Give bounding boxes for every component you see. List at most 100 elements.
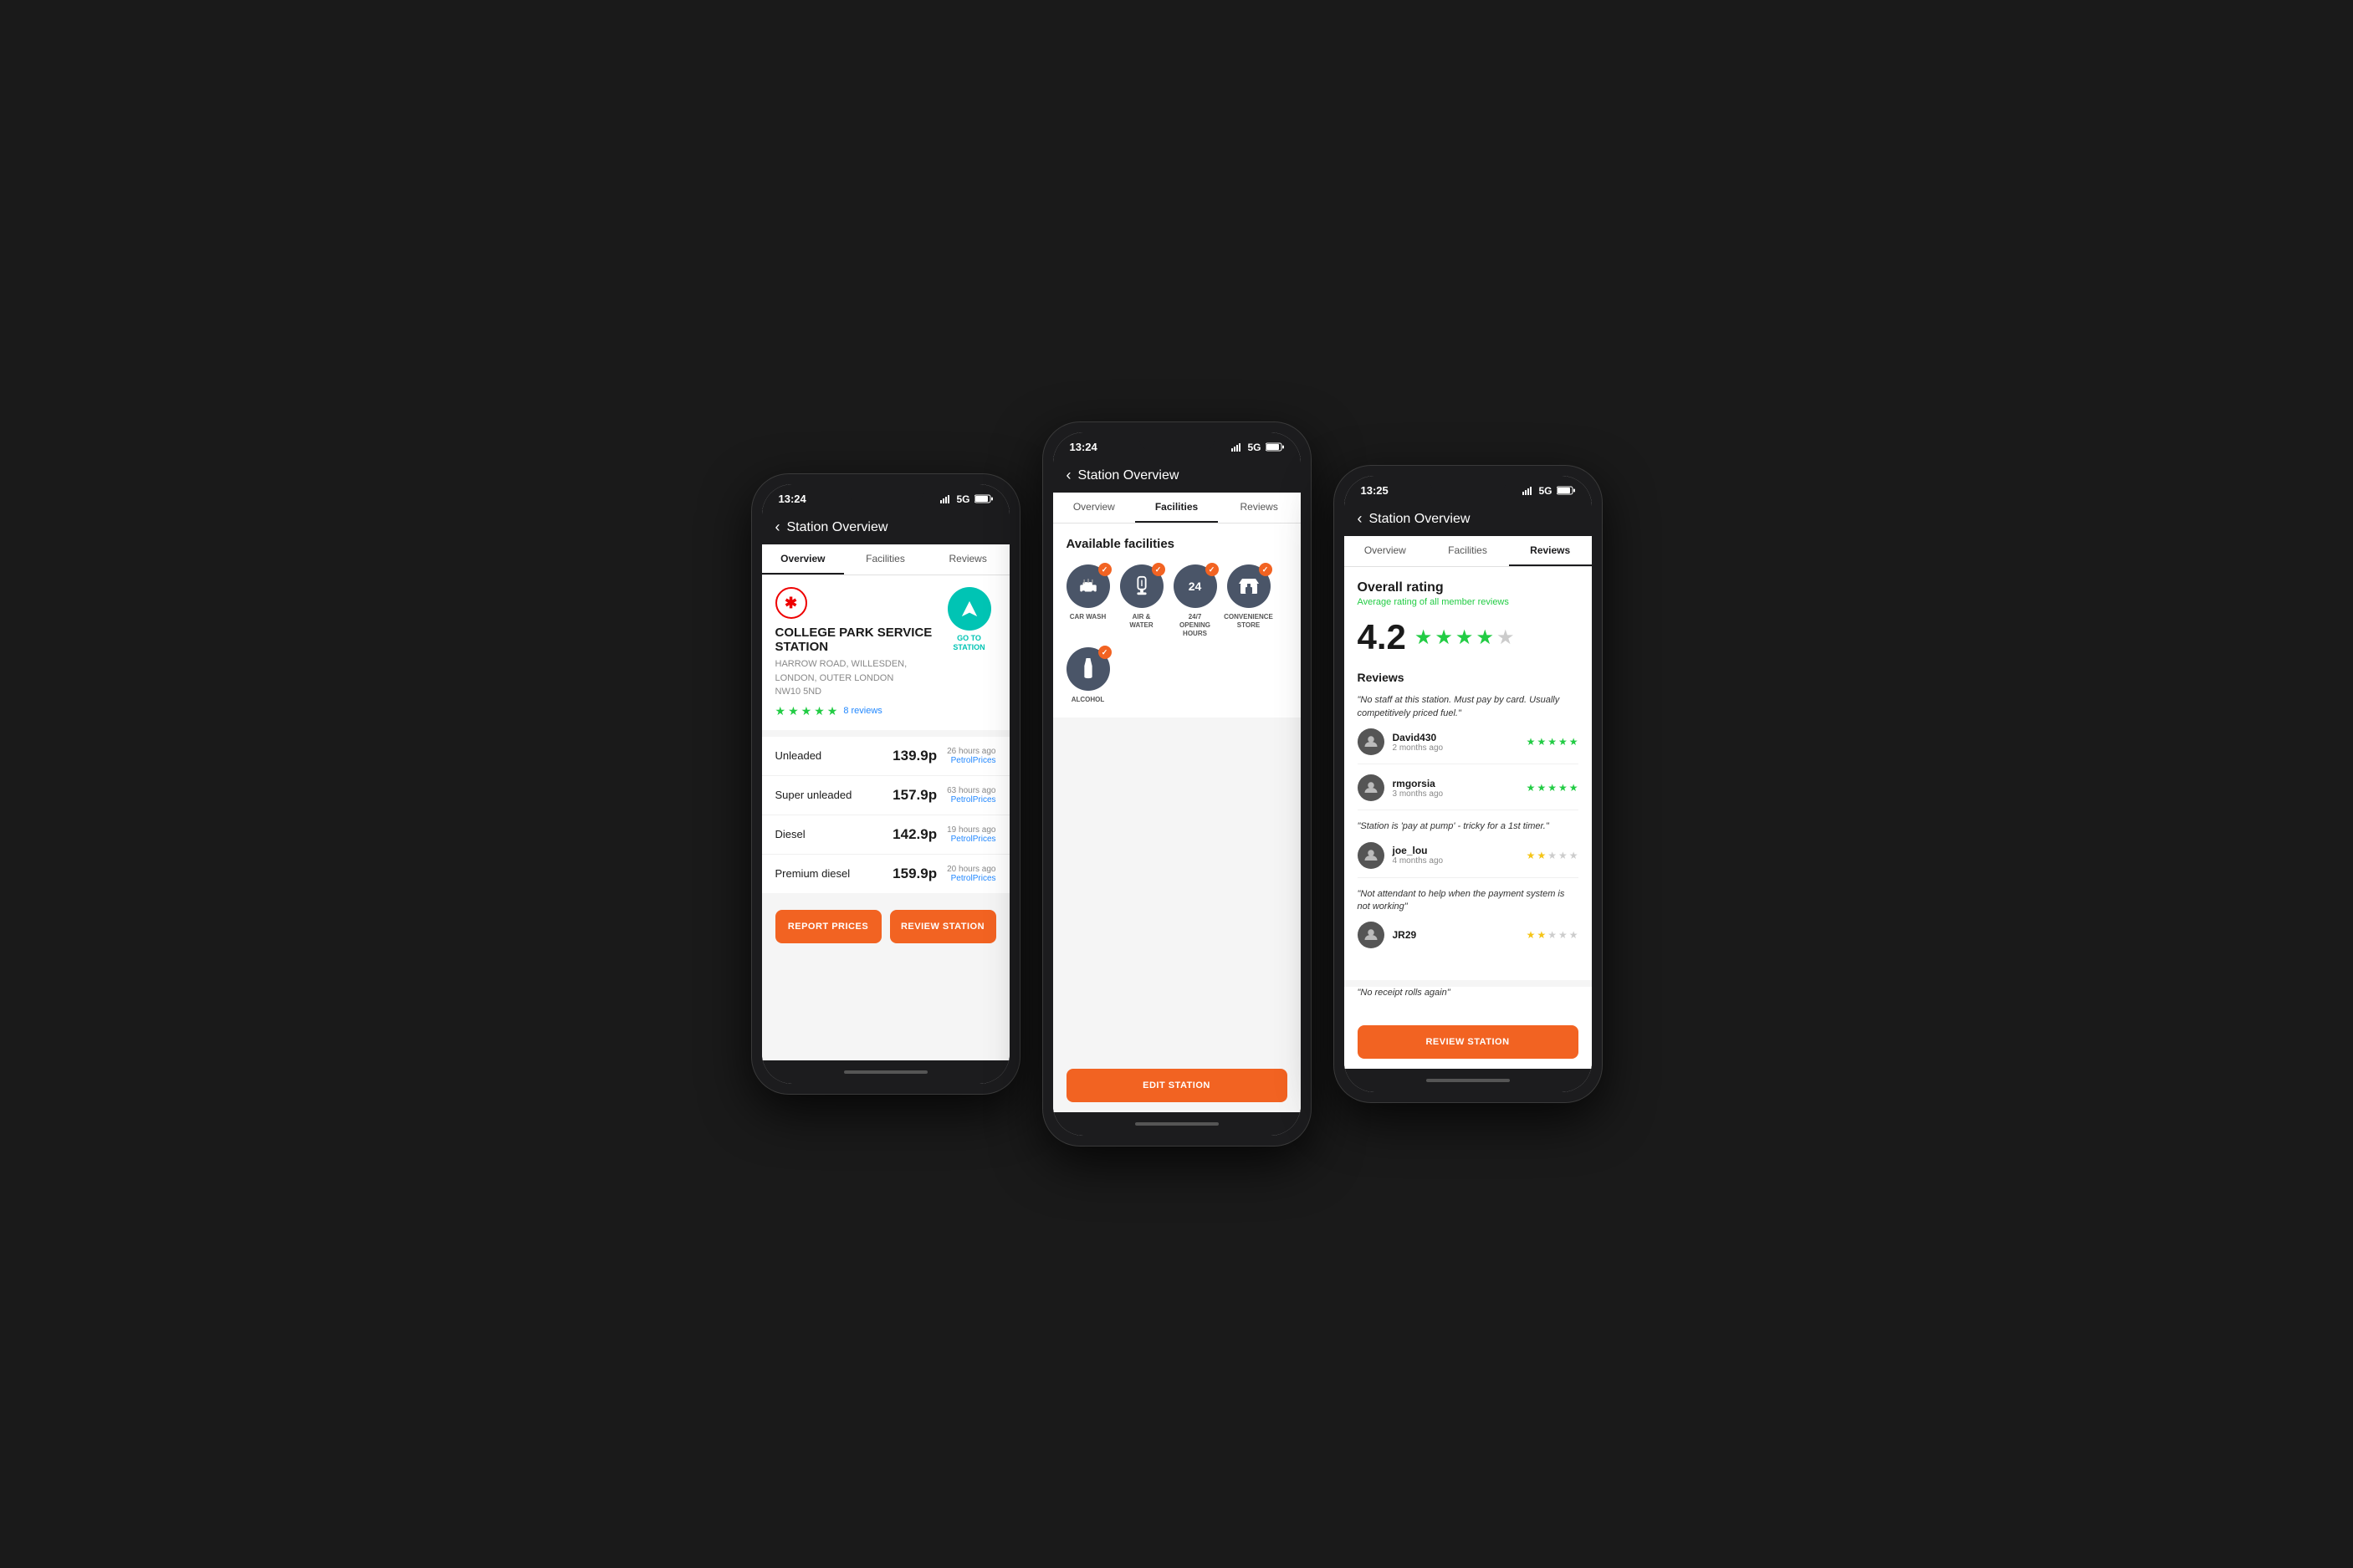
alcohol-label: ALCOHOL: [1072, 696, 1105, 704]
tab-facilities-2[interactable]: Facilities: [1135, 493, 1218, 523]
reviewer-time-2: 3 months ago: [1393, 789, 1518, 799]
rating-number: 4.2: [1358, 617, 1406, 657]
reviewer-time-1: 2 months ago: [1393, 743, 1518, 753]
home-indicator-3: [1344, 1069, 1592, 1092]
overall-title: Overall rating: [1358, 580, 1578, 595]
fuel-list: Unleaded 139.9p 26 hours ago PetrolPrice…: [762, 737, 1010, 893]
notch-2: [1139, 432, 1215, 451]
reviewer-stars-2: ★ ★ ★ ★ ★: [1527, 782, 1578, 794]
battery-icon-1: [974, 494, 993, 503]
notch-1: [848, 484, 923, 503]
reviewer-stars-1: ★ ★ ★ ★ ★: [1527, 736, 1578, 748]
fuel-row-super: Super unleaded 157.9p 63 hours ago Petro…: [762, 776, 1010, 815]
time-1: 13:24: [779, 493, 806, 505]
navigation-icon: [960, 600, 979, 618]
battery-icon-2: [1266, 442, 1284, 452]
fuel-row-premium: Premium diesel 159.9p 20 hours ago Petro…: [762, 855, 1010, 893]
review-quote-1: "No staff at this station. Must pay by c…: [1358, 694, 1578, 720]
facility-air-water: ✓ AIR & WATER: [1120, 564, 1164, 637]
reviewer-name-1: David430: [1393, 732, 1518, 743]
time-2: 13:24: [1070, 441, 1097, 453]
header-title-3: Station Overview: [1369, 512, 1471, 527]
avatar-2: [1358, 774, 1384, 801]
reviewer-name-4: JR29: [1393, 929, 1518, 941]
network-1: 5G: [956, 493, 969, 505]
tabs-2: Overview Facilities Reviews: [1053, 493, 1301, 524]
report-prices-button[interactable]: REPORT PRICES: [775, 910, 882, 943]
review-quote-3: "Station is 'pay at pump' - tricky for a…: [1358, 820, 1578, 833]
tabs-1: Overview Facilities Reviews: [762, 544, 1010, 575]
tab-facilities-3[interactable]: Facilities: [1426, 536, 1509, 566]
edit-station-button[interactable]: EDIT STATION: [1067, 1069, 1287, 1102]
signal-icon-2: [1231, 443, 1243, 452]
fuel-row-diesel: Diesel 142.9p 19 hours ago PetrolPrices: [762, 815, 1010, 855]
247-label: 24/7 OPENING HOURS: [1174, 613, 1217, 637]
home-indicator-1: [762, 1060, 1010, 1084]
bottom-buttons-2: EDIT STATION: [1053, 1059, 1301, 1112]
overall-subtitle: Average rating of all member reviews: [1358, 597, 1578, 607]
reviewer-time-3: 4 months ago: [1393, 856, 1518, 866]
network-2: 5G: [1247, 442, 1261, 453]
reviews-label: Reviews: [1358, 671, 1578, 684]
go-to-station-btn[interactable]: GO TOSTATION: [943, 587, 996, 652]
247-text: 24: [1189, 580, 1202, 592]
signal-icon-3: [1522, 487, 1534, 495]
tab-reviews-3[interactable]: Reviews: [1509, 536, 1592, 566]
phone-3: 13:25 5G ‹: [1334, 466, 1602, 1101]
review-station-button-1[interactable]: REVIEW STATION: [890, 910, 996, 943]
back-button-2[interactable]: ‹: [1067, 467, 1072, 484]
go-btn-circle: [948, 587, 991, 631]
header-2: ‹ Station Overview: [1053, 458, 1301, 493]
reviewer-stars-4: ★ ★ ★ ★ ★: [1527, 929, 1578, 941]
avatar-3: [1358, 842, 1384, 869]
bottom-buttons-1: REPORT PRICES REVIEW STATION: [762, 900, 1010, 953]
station-logo: ✱: [775, 587, 807, 619]
facility-alcohol: ✓ ALCOHOL: [1067, 647, 1110, 704]
review-count[interactable]: 8 reviews: [843, 706, 882, 716]
tab-overview-2[interactable]: Overview: [1053, 493, 1136, 523]
reviews-overall-section: Overall rating Average rating of all mem…: [1344, 567, 1592, 980]
facility-247: ✓ 24 24/7 OPENING HOURS: [1174, 564, 1217, 637]
phone-1: 13:24 5G ‹: [752, 474, 1020, 1094]
header-1: ‹ Station Overview: [762, 510, 1010, 544]
station-address: HARROW ROAD, WILLESDEN, LONDON, OUTER LO…: [775, 657, 943, 699]
station-stars: ★ ★ ★ ★ ★ 8 reviews: [775, 704, 943, 718]
battery-icon-3: [1557, 486, 1575, 495]
header-title-1: Station Overview: [787, 520, 888, 535]
back-button-1[interactable]: ‹: [775, 518, 780, 536]
tab-reviews-2[interactable]: Reviews: [1218, 493, 1301, 523]
tab-reviews-1[interactable]: Reviews: [927, 544, 1010, 575]
air-water-icon: [1133, 575, 1151, 597]
header-title-2: Station Overview: [1078, 468, 1179, 483]
go-btn-label: GO TOSTATION: [953, 634, 985, 652]
review-station-button-3[interactable]: REVIEW STATION: [1358, 1025, 1578, 1059]
facilities-grid: ✓ CA: [1067, 564, 1287, 703]
phones-container: 13:24 5G ‹: [752, 422, 1602, 1145]
tabs-3: Overview Facilities Reviews: [1344, 536, 1592, 567]
notch-3: [1430, 476, 1506, 494]
rating-stars: ★ ★ ★ ★ ★: [1414, 626, 1515, 650]
rating-row: 4.2 ★ ★ ★ ★ ★: [1358, 617, 1578, 657]
air-water-label: AIR & WATER: [1120, 613, 1164, 629]
back-button-3[interactable]: ‹: [1358, 510, 1363, 528]
home-indicator-2: [1053, 1112, 1301, 1136]
facility-car-wash: ✓ CA: [1067, 564, 1110, 637]
car-wash-icon: [1077, 577, 1099, 595]
phone-2: 13:24 5G ‹: [1043, 422, 1311, 1145]
tab-facilities-1[interactable]: Facilities: [844, 544, 927, 575]
facilities-title: Available facilities: [1067, 537, 1287, 551]
header-3: ‹ Station Overview: [1344, 502, 1592, 536]
avatar-1: [1358, 728, 1384, 755]
network-3: 5G: [1538, 485, 1552, 497]
reviewer-name-2: rmgorsia: [1393, 778, 1518, 789]
convenience-label: CONVENIENCE STORE: [1224, 613, 1273, 629]
reviewer-1: David430 2 months ago ★ ★ ★ ★ ★: [1358, 728, 1578, 764]
alcohol-icon: [1081, 658, 1096, 680]
fuel-row-unleaded: Unleaded 139.9p 26 hours ago PetrolPrice…: [762, 737, 1010, 776]
reviewer-3: joe_lou 4 months ago ★ ★ ★ ★ ★: [1358, 842, 1578, 878]
facilities-section: Available facilities ✓: [1053, 524, 1301, 717]
reviewer-2: rmgorsia 3 months ago ★ ★ ★ ★ ★: [1358, 774, 1578, 810]
station-name: COLLEGE PARK SERVICE STATION: [775, 626, 943, 654]
tab-overview-3[interactable]: Overview: [1344, 536, 1427, 566]
tab-overview-1[interactable]: Overview: [762, 544, 845, 575]
